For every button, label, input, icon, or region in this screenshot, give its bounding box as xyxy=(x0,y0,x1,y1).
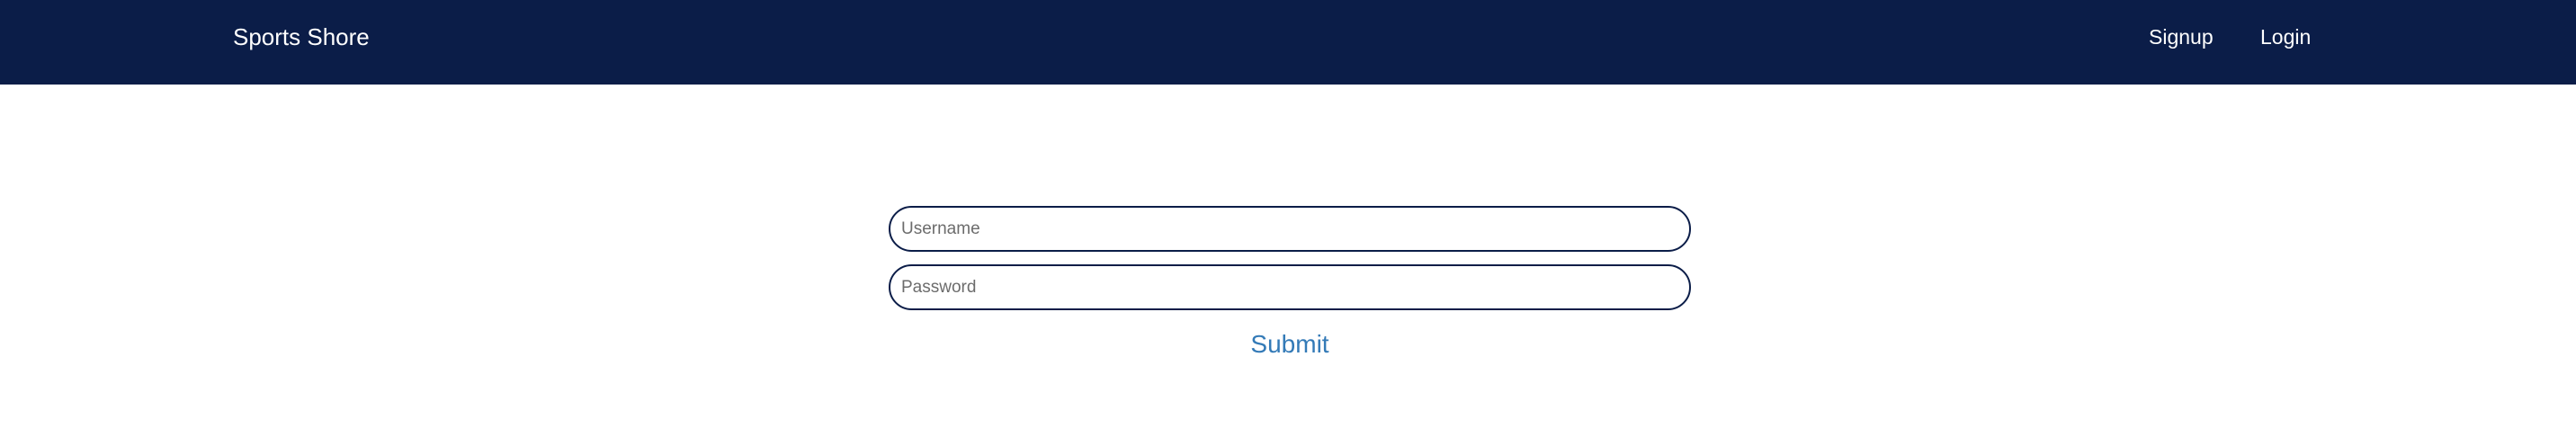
login-form: Submit xyxy=(889,206,1691,359)
nav-signup-link[interactable]: Signup xyxy=(2149,0,2214,74)
password-input[interactable] xyxy=(889,264,1691,310)
top-navbar: Sports Shore Signup Login xyxy=(0,0,2576,85)
submit-button[interactable]: Submit xyxy=(1247,330,1332,359)
nav-login-link[interactable]: Login xyxy=(2260,0,2311,74)
brand-link[interactable]: Sports Shore xyxy=(233,0,370,74)
username-input[interactable] xyxy=(889,206,1691,252)
